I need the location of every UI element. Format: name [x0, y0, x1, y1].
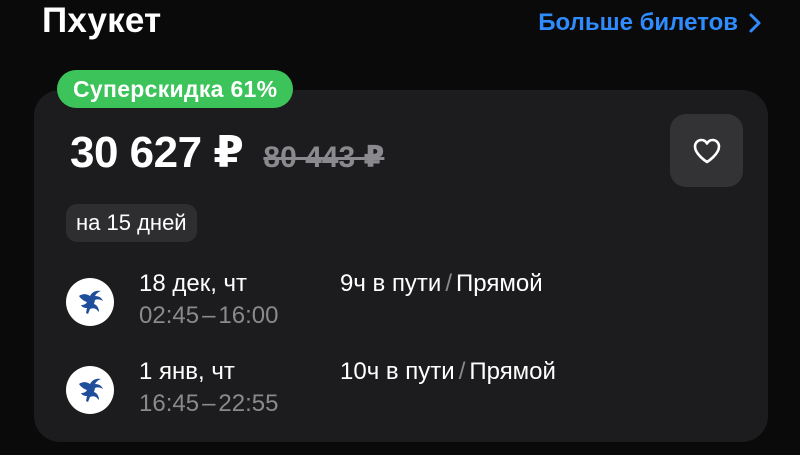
travel-time: 9ч в пути [340, 270, 442, 297]
arrival-time: 22:55 [218, 390, 279, 417]
flight-info: 10ч в пути / Прямой [340, 356, 556, 388]
price-current: 30 627 ₽ [70, 128, 244, 177]
time-separator: – [202, 302, 216, 329]
discount-badge: Суперскидка 61% [57, 70, 294, 108]
heart-outline-icon [693, 138, 720, 163]
travel-time: 10ч в пути [340, 358, 455, 385]
departure-time: 02:45 [139, 302, 200, 329]
more-tickets-label: Больше билетов [538, 9, 738, 36]
stops-label: Прямой [469, 358, 556, 385]
arrival-time: 16:00 [218, 302, 279, 329]
flight-segment-outbound[interactable]: 18 дек, чт 02:45–16:00 9ч в пути / Прямой [66, 268, 746, 334]
price-row: 30 627 ₽ 80 443 ₽ [70, 128, 384, 178]
chevron-right-icon [749, 13, 761, 33]
trip-duration-chip: на 15 дней [66, 204, 197, 242]
favorite-button[interactable] [670, 114, 743, 187]
flight-times: 16:45–22:55 [139, 388, 278, 420]
departure-time: 16:45 [139, 390, 200, 417]
header: Пхукет Больше билетов [0, 0, 800, 50]
stops-label: Прямой [456, 270, 543, 297]
flight-date: 1 янв, чт [139, 358, 235, 385]
more-tickets-link[interactable]: Больше билетов [538, 8, 762, 38]
flight-times: 02:45–16:00 [139, 300, 278, 332]
flight-segment-return[interactable]: 1 янв, чт 16:45–22:55 10ч в пути / Прямой [66, 356, 746, 422]
info-separator: / [458, 358, 466, 385]
price-old: 80 443 ₽ [263, 141, 385, 174]
pegasus-logo-icon [66, 278, 114, 326]
flight-info: 9ч в пути / Прямой [340, 268, 543, 300]
page-title: Пхукет [42, 1, 162, 40]
pegasus-logo-icon [66, 366, 114, 414]
flight-date: 18 дек, чт [139, 270, 248, 297]
time-separator: – [202, 390, 216, 417]
info-separator: / [445, 270, 453, 297]
